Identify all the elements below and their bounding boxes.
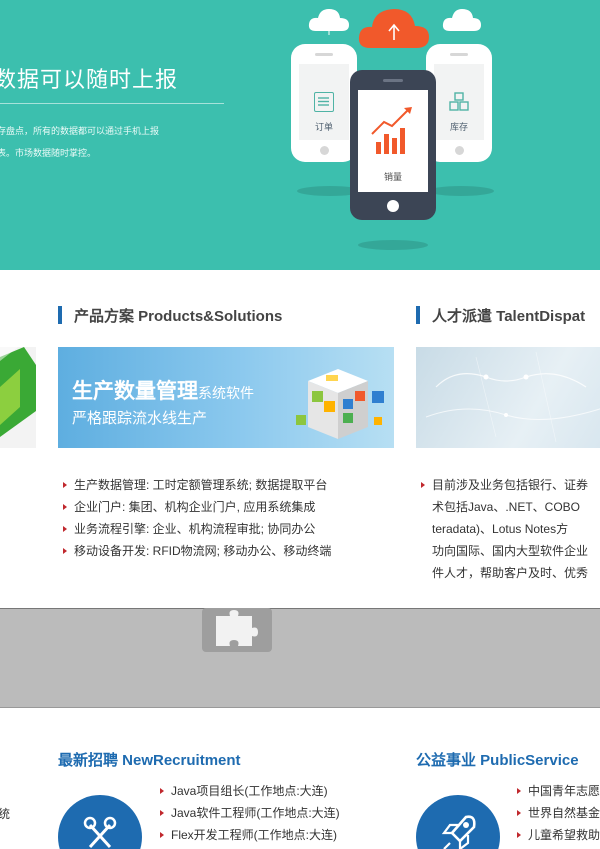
products-list: 生产数据管理: 工时定额管理系统; 数据提取平台 企业门户: 集团、机构企业门户… [58, 474, 331, 562]
banner-headline-main: 生产数量管理 [72, 380, 198, 403]
cut-off-text: 统 [0, 807, 11, 821]
public-service-section-title[interactable]: 公益事业 PublicService [416, 749, 579, 770]
recruitment-section-title[interactable]: 最新招聘 NewRecruitment [58, 749, 241, 770]
talent-section-title[interactable]: 人才派遣 TalentDispat [416, 305, 585, 326]
phone-orders: 订单 [291, 44, 357, 162]
banner-headline-suffix: 系统软件 [198, 385, 254, 401]
product-banner[interactable]: 生产数量管理系统软件 严格跟踪流水线生产 [58, 347, 394, 448]
list-item[interactable]: 企业门户: 集团、机构企业门户, 应用系统集成 [58, 496, 331, 518]
list-item[interactable]: 移动设备开发: RFID物流网; 移动办公、移动终端 [58, 540, 331, 562]
talent-banner[interactable] [416, 347, 600, 448]
cube-blocks-graphic [296, 369, 384, 439]
cloud-upload-icon [358, 9, 429, 48]
job-link[interactable]: Flex开发工程师(工作地点:大连) [155, 824, 340, 846]
hero-divider [0, 103, 224, 104]
list-item[interactable]: 业务流程引擎: 企业、机构流程审批; 协同办公 [58, 518, 331, 540]
phone-home-button [387, 200, 399, 212]
recruitment-circle[interactable] [58, 795, 142, 849]
phone-speaker [450, 53, 468, 56]
public-service-circle[interactable] [416, 795, 500, 849]
recruitment-list: Java项目组长(工作地点:大连) Java软件工程师(工作地点:大连) Fle… [155, 780, 340, 846]
sales-chart-icon [371, 107, 412, 154]
tools-icon [83, 816, 117, 849]
list-item: 术包括Java、.NET、COBO [432, 500, 581, 514]
banner-subheadline: 严格跟踪流水线生产 [72, 410, 208, 427]
banner-headline: 生产数量管理系统软件 [72, 375, 254, 405]
phone-speaker [315, 53, 333, 56]
public-service-link[interactable]: 中国青年志愿 [512, 780, 600, 802]
phone-orders-label: 订单 [314, 122, 333, 132]
hero-banner: 数据可以随时上报 存盘点，所有的数据都可以通过手机上报 表。市场数据随时掌控。 … [0, 0, 600, 270]
public-service-link[interactable]: 儿童希望救助 [512, 824, 600, 846]
phone-speaker [383, 79, 403, 82]
green-cube-thumbnail[interactable] [0, 347, 36, 448]
job-link[interactable]: Java软件工程师(工作地点:大连) [155, 802, 340, 824]
talent-list: 目前涉及业务包括银行、证券 [416, 474, 588, 496]
world-map-graphic [425, 351, 600, 443]
phone-sales: 销量 [350, 70, 436, 220]
cloud-icon-left [308, 9, 349, 35]
puzzle-plugin-icon [202, 608, 272, 652]
list-item: 功向国际、国内大型软件企业 [432, 544, 589, 558]
plugin-placeholder [0, 608, 600, 708]
list-item[interactable]: 生产数据管理: 工时定额管理系统; 数据提取平台 [58, 474, 331, 496]
list-item: 件人才，帮助客户及时、优秀 [432, 566, 589, 580]
list-item: 目前涉及业务包括银行、证券 [416, 474, 588, 496]
list-item: teradata)、Lotus Notes方 [432, 522, 569, 536]
cloud-icon-right [442, 9, 481, 31]
phone-home-button [454, 146, 464, 155]
hero-description-line-1: 存盘点，所有的数据都可以通过手机上报 [0, 126, 160, 136]
phone-right-shadow [428, 186, 494, 196]
inventory-boxes-icon [449, 92, 469, 112]
phone-screen: 库存 [434, 64, 484, 140]
public-service-list: 中国青年志愿 世界自然基金 儿童希望救助 [512, 780, 600, 846]
rocket-icon [441, 815, 476, 849]
phone-inventory-label: 库存 [449, 122, 468, 132]
phone-sales-label: 销量 [383, 172, 402, 182]
phone-home-button [319, 146, 329, 155]
order-list-icon [314, 92, 334, 112]
phone-center-shadow [358, 240, 428, 250]
phone-screen: 销量 [358, 90, 428, 192]
talent-continuation: 术包括Java、.NET、COBO teradata)、Lotus Notes方… [416, 496, 588, 584]
products-section-title[interactable]: 产品方案 Products&Solutions [58, 305, 282, 326]
public-service-link[interactable]: 世界自然基金 [512, 802, 600, 824]
hero-description-line-2: 表。市场数据随时掌控。 [0, 148, 97, 158]
phone-screen: 订单 [299, 64, 349, 140]
hero-title: 数据可以随时上报 [0, 67, 179, 92]
job-link[interactable]: Java项目组长(工作地点:大连) [155, 780, 340, 802]
